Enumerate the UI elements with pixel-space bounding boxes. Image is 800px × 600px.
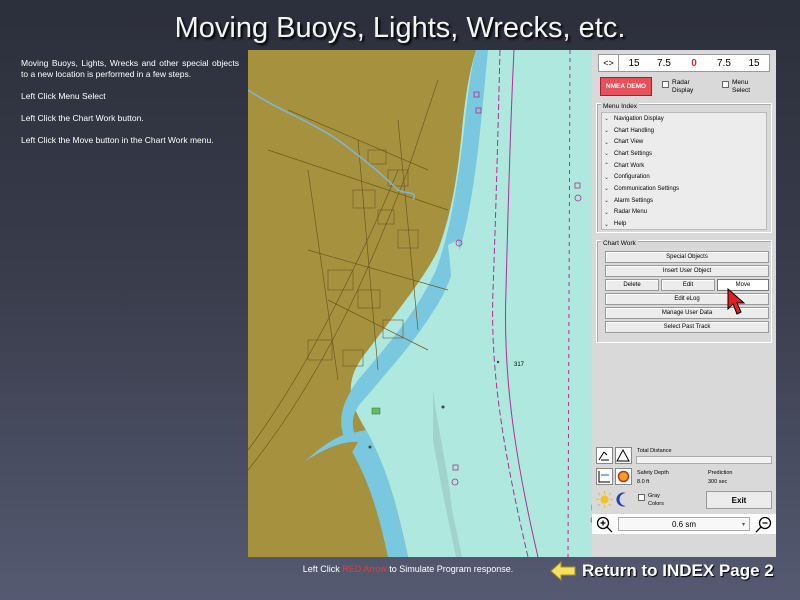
menu-item-label: Radar Menu — [614, 209, 648, 216]
menu-item-chart-work[interactable]: ⌃ Chart Work — [602, 160, 766, 172]
edit-button[interactable]: Edit — [661, 279, 715, 291]
menu-item-help[interactable]: ⌄ Help — [602, 218, 766, 230]
menu-index-list: ⌄ Navigation Display ⌄ Chart Handling ⌄ Cha… — [601, 112, 767, 230]
range-scale-bar: <> 15 7.5 0 7.5 15 — [598, 54, 770, 72]
select-past-track-button[interactable]: Select Past Track — [605, 321, 769, 333]
menu-item-configuration[interactable]: ⌄ Configuration — [602, 171, 766, 183]
zoom-out-icon[interactable] — [755, 516, 772, 538]
zoom-in-icon[interactable] — [596, 516, 613, 538]
menu-item-alarm-settings[interactable]: ⌄ Alarm Settings — [602, 195, 766, 207]
gray-colors-box[interactable] — [638, 494, 645, 501]
chevron-down-icon: ⌄ — [604, 221, 610, 228]
chevron-down-icon: ⌄ — [604, 139, 610, 146]
depth-tool-icon[interactable] — [596, 468, 613, 485]
prediction-label: Prediction — [708, 470, 733, 476]
status-panel: Total Distance Safety Depth 8.0 ft Predi… — [592, 444, 776, 557]
menu-item-chart-view[interactable]: ⌄ Chart View — [602, 136, 766, 148]
menu-item-chart-settings[interactable]: ⌄ Chart Settings — [602, 148, 766, 160]
chevron-down-icon: ⌄ — [604, 174, 610, 181]
footer-instruction-prefix: Left Click — [302, 564, 343, 574]
return-to-index-link[interactable]: Return to INDEX Page 2 — [550, 561, 774, 581]
footer-instruction-suffix: to Simulate Program response. — [386, 564, 514, 574]
nmea-demo-button[interactable]: NMEA DEMO — [600, 77, 652, 96]
sounding-label: 317 — [514, 362, 525, 368]
menu-item-chart-handling[interactable]: ⌄ Chart Handling — [602, 125, 766, 137]
safety-ring-icon[interactable] — [615, 468, 632, 485]
zoom-range-value: 0.6 sm — [671, 519, 696, 529]
menu-select-label: Menu Select — [732, 79, 751, 94]
zoom-row: 0.6 sm ▾ — [592, 514, 776, 534]
special-objects-button[interactable]: Special Objects — [605, 251, 769, 263]
instruction-intro: Moving Buoys, Lights, Wrecks and other s… — [21, 58, 239, 79]
radar-display-checkbox[interactable]: Radar Display — [662, 79, 702, 95]
scale-value-left-15: 15 — [628, 57, 640, 69]
menu-index-title: Menu Index — [601, 103, 639, 110]
scale-value-zero: 0 — [691, 57, 697, 69]
scale-toggle-button[interactable]: <> — [599, 55, 619, 71]
instruction-step-2: Left Click the Chart Work button. — [21, 113, 144, 123]
red-arrow-cursor-icon[interactable] — [726, 287, 746, 317]
triangle-tool-icon[interactable] — [615, 447, 632, 464]
scale-value-right-15: 15 — [748, 57, 760, 69]
zoom-range-select[interactable]: 0.6 sm ▾ — [618, 517, 750, 531]
gray-colors-label: Gray Colors — [648, 493, 664, 507]
scale-value-right-7-5: 7.5 — [717, 57, 731, 69]
menu-select-checkbox[interactable]: Menu Select — [722, 79, 758, 95]
radar-display-label: Radar Display — [672, 79, 694, 94]
insert-user-object-button[interactable]: Insert User Object — [605, 265, 769, 277]
menu-index-group: Menu Index ⌄ Navigation Display ⌄ Chart Ha… — [596, 103, 772, 233]
return-to-index-label: Return to INDEX Page 2 — [582, 561, 774, 580]
footer-instruction-highlight: RED Arrow — [342, 564, 387, 574]
instruction-step-1: Left Click Menu Select — [21, 91, 106, 101]
delete-button[interactable]: Delete — [605, 279, 659, 291]
gray-colors-checkbox[interactable]: Gray Colors — [638, 492, 674, 508]
menu-item-communication-settings[interactable]: ⌄ Communication Settings — [602, 183, 766, 195]
menu-item-navigation-display[interactable]: ⌄ Navigation Display — [602, 113, 766, 125]
menu-item-label: Navigation Display — [614, 115, 664, 122]
footer-instruction: Left Click RED Arrow to Simulate Program… — [268, 564, 548, 574]
menu-item-label: Chart Work — [614, 162, 645, 169]
chevron-down-icon: ⌄ — [604, 198, 610, 205]
sun-icon[interactable] — [596, 491, 613, 508]
chevron-down-icon: ⌄ — [604, 186, 610, 193]
slide-title: Moving Buoys, Lights, Wrecks, etc. — [174, 12, 626, 44]
chevron-up-icon: ⌃ — [604, 163, 610, 170]
instruction-step-3: Left Click the Move button in the Chart … — [21, 135, 214, 145]
chart-map[interactable]: 317 — [248, 50, 592, 557]
menu-item-label: Communication Settings — [614, 185, 680, 192]
total-distance-label: Total Distance — [637, 448, 672, 454]
total-distance-value — [636, 456, 772, 464]
anchor-tool-icon[interactable] — [596, 447, 613, 464]
chevron-down-icon: ⌄ — [604, 128, 610, 135]
safety-depth-label: Safety Depth — [637, 470, 669, 476]
menu-item-label: Alarm Settings — [614, 197, 654, 204]
menu-item-label: Configuration — [614, 174, 650, 181]
instructions: Moving Buoys, Lights, Wrecks and other s… — [21, 58, 239, 157]
chevron-down-icon: ⌄ — [604, 116, 610, 123]
menu-item-label: Help — [614, 221, 627, 228]
menu-select-box[interactable] — [722, 81, 729, 88]
radar-display-box[interactable] — [662, 81, 669, 88]
safety-depth-value: 8.0 ft — [637, 479, 650, 485]
left-arrow-icon[interactable] — [550, 561, 576, 581]
chevron-down-icon: ⌄ — [604, 209, 610, 216]
chart-work-title: Chart Work — [601, 240, 638, 247]
exit-button[interactable]: Exit — [706, 491, 772, 509]
chevron-down-icon: ▾ — [741, 521, 745, 528]
prediction-value: 300 sec — [708, 479, 728, 485]
menu-item-radar-menu[interactable]: ⌄ Radar Menu — [602, 207, 766, 219]
menu-item-label: Chart View — [614, 139, 644, 146]
menu-item-label: Chart Settings — [614, 150, 653, 157]
chevron-down-icon: ⌄ — [604, 151, 610, 158]
menu-item-label: Chart Handling — [614, 127, 655, 134]
moon-icon[interactable] — [615, 491, 632, 508]
scale-value-left-7-5: 7.5 — [657, 57, 671, 69]
chart-map-graphic: 317 — [248, 50, 592, 557]
